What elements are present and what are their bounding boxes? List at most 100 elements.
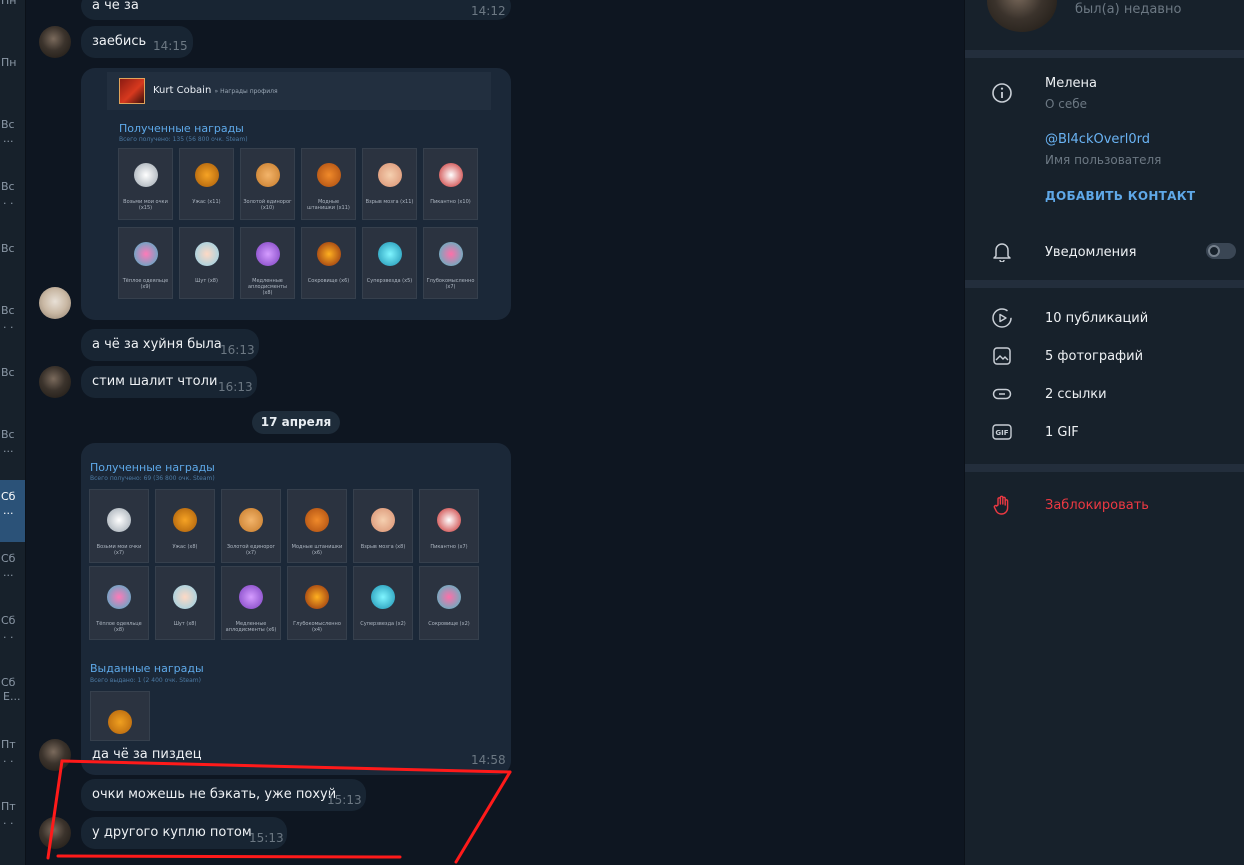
chat-list-item-day: Сб — [1, 676, 16, 689]
chat-list-item[interactable]: Вс. . — [0, 180, 25, 238]
date-separator: 17 апреля — [252, 411, 340, 434]
chat-list-item[interactable]: Сб. . — [0, 614, 25, 672]
gif-icon: GIF — [992, 424, 1012, 440]
image-icon — [993, 347, 1011, 365]
award-icon — [317, 163, 341, 187]
chat-list-item[interactable]: Сб... — [0, 552, 25, 610]
gifs-count-item[interactable]: 1 GIF — [1045, 425, 1079, 440]
awards-screenshot-image[interactable]: Kurt Cobain » Награды профиля Полученные… — [81, 68, 511, 320]
award-label: Золотой единорог (x10) — [243, 199, 292, 211]
award-icon — [378, 242, 402, 266]
award-tile: Модные штанишки (x6) — [287, 489, 347, 563]
given-awards-subtitle: Всего выдано: 1 (2 400 очк. Steam) — [90, 677, 201, 684]
sender-avatar[interactable] — [39, 287, 71, 319]
message-bubble[interactable]: у другого куплю потом 15:13 — [81, 817, 287, 849]
profile-picture — [119, 78, 145, 104]
award-tile: Суперзвезда (x2) — [353, 566, 413, 640]
bio-text: Мелена — [1045, 76, 1097, 91]
message-bubble[interactable]: а чё за 14:12 — [81, 0, 511, 20]
profile-avatar[interactable] — [987, 0, 1057, 32]
chat-list-item-preview: ... — [3, 132, 14, 145]
message-bubble[interactable]: а чё за хуйня была 16:13 — [81, 329, 259, 361]
given-awards-title: Выданные награды — [90, 662, 204, 675]
chat-list-item[interactable]: Вс... — [0, 118, 25, 176]
award-icon — [195, 242, 219, 266]
award-tile: Сокровище (x2) — [419, 566, 479, 640]
award-icon — [134, 242, 158, 266]
user-info-panel: был(а) недавно Мелена О себе @Bl4ckOverl… — [964, 0, 1244, 865]
award-tile: Медленные аплодисменты (x8) — [240, 227, 295, 299]
award-icon — [173, 585, 197, 609]
sender-avatar[interactable] — [39, 26, 71, 58]
award-label: Медленные аплодисменты (x8) — [247, 278, 288, 296]
section-divider — [965, 464, 1244, 472]
chat-list-item-day: Сб — [1, 614, 16, 627]
username-link[interactable]: @Bl4ckOverl0rd — [1045, 132, 1150, 147]
award-label: Сокровище (x2) — [428, 621, 470, 627]
award-tile: Тёплое одеяльце (x8) — [89, 566, 149, 640]
chat-list-item-day: Вс — [1, 428, 15, 441]
award-tile: Тёплое одеяльце (x9) — [118, 227, 173, 299]
link-icon — [992, 388, 1012, 400]
chat-list-item-preview: . . — [3, 194, 14, 207]
award-tile: Возьми мои очки (x15) — [118, 148, 173, 220]
block-user-button[interactable]: Заблокировать — [1045, 498, 1149, 513]
sender-avatar[interactable] — [39, 817, 71, 849]
info-icon — [992, 83, 1012, 103]
chat-list-item[interactable]: Сб Е... — [0, 676, 25, 734]
links-count-item[interactable]: 2 ссылки — [1045, 387, 1107, 402]
profile-header: Kurt Cobain » Награды профиля — [107, 72, 491, 110]
chat-list-item[interactable]: Вс. . — [0, 304, 25, 362]
message-bubble[interactable]: стим шалит чтоли 16:13 — [81, 366, 257, 398]
sender-avatar[interactable] — [39, 366, 71, 398]
award-label: Суперзвезда (x2) — [360, 621, 406, 627]
chat-list-item[interactable]: Пн — [0, 56, 25, 106]
chat-list-item[interactable]: Вс... — [0, 428, 25, 478]
award-tile: Взрыв мозга (x11) — [362, 148, 417, 220]
message-text: стим шалит чтоли — [92, 374, 218, 389]
award-tile: Ужас (x11) — [179, 148, 234, 220]
message-bubble[interactable]: очки можешь не бэкать, уже похуй 15:13 — [81, 779, 366, 811]
award-icon — [305, 508, 329, 532]
award-label: Золотой единорог (x7) — [226, 544, 276, 556]
award-label: Глубокомысленно (x7) — [426, 278, 475, 290]
chat-history[interactable]: а чё за 14:12 заебись 14:15 Kurt Cobain … — [26, 0, 964, 865]
play-circle-icon — [992, 308, 1012, 328]
award-icon — [107, 585, 131, 609]
award-tile: Медленные аплодисменты (x6) — [221, 566, 281, 640]
awards-section-subtitle: Всего получено: 69 (36 800 очк. Steam) — [90, 475, 215, 482]
chat-list-item-preview: . . — [3, 752, 14, 765]
photos-count-item[interactable]: 5 фотографий — [1045, 349, 1143, 364]
chat-list-item-day: Вс — [1, 118, 15, 131]
message-bubble[interactable]: заебись 14:15 — [81, 26, 193, 58]
notifications-label: Уведомления — [1045, 245, 1137, 260]
award-label: Взрыв мозга (x11) — [365, 199, 414, 205]
chat-list-item[interactable]: Пт. . — [0, 738, 25, 796]
chat-list-item-day: Вс — [1, 180, 15, 193]
chat-scrollbar[interactable] — [956, 0, 959, 865]
chat-list-item[interactable]: Вс — [0, 242, 25, 300]
award-label: Шут (x8) — [173, 621, 197, 627]
awards-screenshot-message[interactable]: Полученные награды Всего получено: 69 (3… — [81, 443, 511, 775]
chat-list-item[interactable]: Пт. . — [0, 800, 25, 858]
posts-count-item[interactable]: 10 публикаций — [1045, 311, 1148, 326]
sender-avatar[interactable] — [39, 739, 71, 771]
last-seen-status: был(а) недавно — [1075, 2, 1182, 17]
chat-list-item-preview: . . — [3, 814, 14, 827]
chat-list-item[interactable]: Вс — [0, 366, 25, 424]
award-label: Глубокомысленно (x4) — [293, 621, 341, 633]
award-icon — [134, 163, 158, 187]
award-tile: Возьми мои очки (x7) — [89, 489, 149, 563]
award-label: Пикантно (x7) — [430, 544, 468, 550]
chat-list-item-preview: Е... — [3, 690, 21, 703]
chat-list-item-active[interactable]: Сб... — [0, 480, 25, 542]
toggle-knob — [1208, 245, 1220, 257]
chat-list-item[interactable]: Пн — [0, 0, 25, 34]
award-icon — [107, 508, 131, 532]
notifications-toggle[interactable] — [1206, 243, 1236, 259]
add-contact-button[interactable]: ДОБАВИТЬ КОНТАКТ — [1045, 189, 1195, 203]
award-label: Суперзвезда (x5) — [366, 278, 413, 284]
awards-section-title: Полученные награды — [90, 461, 215, 474]
award-icon — [437, 508, 461, 532]
bell-icon — [993, 243, 1011, 262]
